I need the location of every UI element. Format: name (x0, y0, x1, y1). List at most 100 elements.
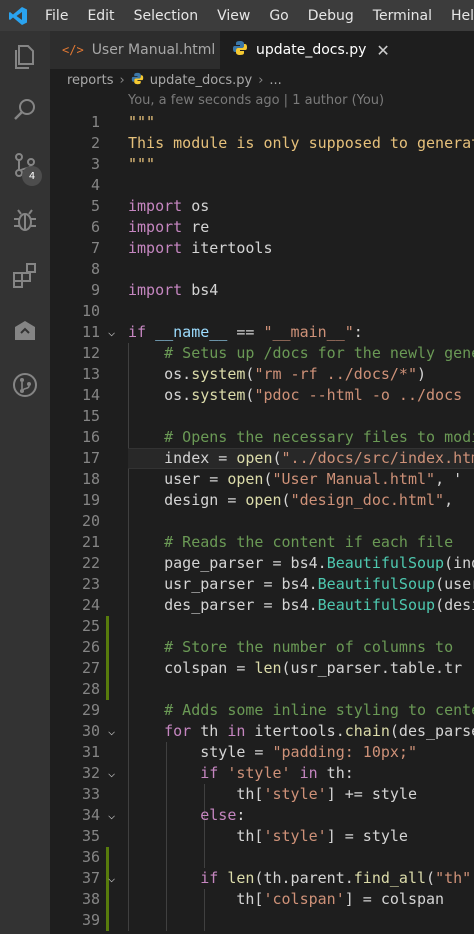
breadcrumb-file[interactable]: update_docs.py (150, 73, 253, 88)
code-token: (user (435, 575, 474, 593)
close-icon[interactable]: ✕ (376, 41, 389, 60)
menu-item-view[interactable]: View (217, 8, 250, 24)
remote-explorer-icon[interactable] (10, 315, 40, 345)
menu-bar: File Edit Selection View Go Debug Terminal Help (45, 0, 474, 31)
codelens-blame[interactable]: You, a few seconds ago | 1 author (You) (128, 93, 384, 108)
code-line[interactable]: 7 import itertools (50, 238, 474, 259)
breadcrumb-folder[interactable]: reports (67, 73, 113, 88)
code-line[interactable]: 11 ⌵ if __name__ == "__main__": (50, 322, 474, 343)
code-line[interactable]: 36 (50, 847, 474, 868)
menu-item-selection[interactable]: Selection (134, 8, 199, 24)
line-number: 1 (90, 113, 100, 131)
menu-item-debug[interactable]: Debug (308, 8, 354, 24)
code-token: open (227, 470, 264, 488)
code-token: re (182, 218, 210, 236)
fold-chevron-icon[interactable]: ⌵ (108, 805, 115, 826)
code-token: page_parser = bs4. (128, 554, 327, 572)
code-line[interactable]: 27 colspan = len(usr_parser.table.tr (50, 658, 474, 679)
menu-item-edit[interactable]: Edit (87, 8, 114, 24)
code-line[interactable]: 33 th['style'] += style (50, 784, 474, 805)
code-text: if len(th.parent.find_all("th" (128, 868, 471, 889)
code-token: BeautifulSoup (326, 554, 445, 572)
code-token: "design_doc.html" (290, 491, 445, 509)
code-line[interactable]: 15 (50, 406, 474, 427)
code-text: # Setus up /docs for the newly generated (128, 343, 474, 364)
breadcrumb-symbol[interactable]: ... (269, 73, 281, 88)
code-line[interactable]: 10 (50, 301, 474, 322)
code-text: th['style'] += style (128, 784, 417, 805)
line-number: 4 (90, 176, 100, 194)
code-token: len (254, 659, 282, 677)
code-line[interactable]: 2 This module is only supposed to generat… (50, 133, 474, 154)
code-line[interactable]: 31 style = "padding: 10px;" (50, 742, 474, 763)
code-line[interactable]: 17 index = open("../docs/src/index.html" (50, 448, 474, 469)
code-line[interactable]: 35 th['style'] = style (50, 826, 474, 847)
code-token: len (227, 869, 255, 887)
code-line[interactable]: 21 # Reads the content if each file (50, 532, 474, 553)
breadcrumb: reports › update_docs.py › ... (50, 69, 474, 91)
code-line[interactable]: 34 ⌵ else: (50, 805, 474, 826)
line-number: 32 (81, 764, 100, 782)
menu-item-terminal[interactable]: Terminal (373, 8, 432, 24)
code-line[interactable]: 24 des_parser = bs4.BeautifulSoup(design (50, 595, 474, 616)
code-line[interactable]: 4 (50, 175, 474, 196)
extensions-icon[interactable] (10, 260, 40, 290)
code-line[interactable]: 28 (50, 679, 474, 700)
menu-item-help[interactable]: Help (451, 8, 474, 24)
tab-user-manual[interactable]: </> User Manual.html (50, 31, 220, 69)
code-token: , ' (435, 470, 463, 488)
code-token: This module is only supposed to generate… (128, 134, 474, 152)
code-token: # Opens the necessary files to modify (128, 428, 474, 446)
tab-update-docs[interactable]: update_docs.py ✕ (220, 31, 474, 69)
code-line[interactable]: 32 ⌵ if 'style' in th: (50, 763, 474, 784)
search-icon[interactable] (10, 95, 40, 125)
fold-chevron-icon[interactable]: ⌵ (108, 322, 115, 343)
code-line[interactable]: 20 (50, 511, 474, 532)
git-graph-icon[interactable] (10, 370, 40, 400)
code-line[interactable]: 8 (50, 259, 474, 280)
code-text: style = "padding: 10px;" (128, 742, 417, 763)
code-token: BeautifulSoup (317, 575, 436, 593)
code-line[interactable]: 29 # Adds some inline styling to center (50, 700, 474, 721)
code-line[interactable]: 1 """ (50, 112, 474, 133)
fold-chevron-icon[interactable]: ⌵ (108, 763, 115, 784)
menu-item-file[interactable]: File (45, 8, 68, 24)
code-line[interactable]: 6 import re (50, 217, 474, 238)
code-editor[interactable]: 1 """ 2 This module is only supposed to gen… (50, 112, 474, 934)
code-line[interactable]: 39 (50, 910, 474, 931)
python-icon (232, 40, 248, 60)
code-line[interactable]: 25 (50, 616, 474, 637)
code-line[interactable]: 18 user = open("User Manual.html", ' (50, 469, 474, 490)
code-token: import (128, 218, 183, 236)
code-line[interactable]: 38 th['colspan'] = colspan (50, 889, 474, 910)
code-line[interactable]: 16 # Opens the necessary files to modify (50, 427, 474, 448)
code-line[interactable]: 30 ⌵ for th in itertools.chain(des_parser (50, 721, 474, 742)
code-line[interactable]: 37 ⌵ if len(th.parent.find_all("th" (50, 868, 474, 889)
code-token: # Setus up /docs for the newly generated (164, 344, 474, 362)
code-text: for th in itertools.chain(des_parser (128, 721, 474, 742)
code-line[interactable]: 13 os.system("rm -rf ../docs/*") (50, 364, 474, 385)
explorer-icon[interactable] (10, 42, 40, 72)
code-text: import os (128, 196, 209, 217)
code-line[interactable]: 5 import os (50, 196, 474, 217)
code-text: design = open("design_doc.html", (128, 490, 453, 511)
code-line[interactable]: 9 import bs4 (50, 280, 474, 301)
code-line[interactable]: 12 # Setus up /docs for the newly genera… (50, 343, 474, 364)
code-line[interactable]: 3 """ (50, 154, 474, 175)
line-number: 30 (81, 722, 100, 740)
code-line[interactable]: 19 design = open("design_doc.html", (50, 490, 474, 511)
menu-item-go[interactable]: Go (269, 8, 288, 24)
scm-badge: 4 (22, 166, 42, 186)
code-line[interactable]: 26 # Store the number of columns to (50, 637, 474, 658)
code-line[interactable]: 22 page_parser = bs4.BeautifulSoup(index (50, 553, 474, 574)
debug-icon[interactable] (10, 205, 40, 235)
editor-tabs: </> User Manual.html update_docs.py ✕ (50, 31, 474, 69)
code-line[interactable]: 14 os.system("pdoc --html -o ../docs (50, 385, 474, 406)
code-line[interactable]: 23 usr_parser = bs4.BeautifulSoup(user (50, 574, 474, 595)
fold-chevron-icon[interactable]: ⌵ (108, 868, 115, 889)
code-token: ] = style (326, 827, 408, 845)
line-number: 8 (90, 260, 100, 278)
fold-chevron-icon[interactable]: ⌵ (108, 721, 115, 742)
